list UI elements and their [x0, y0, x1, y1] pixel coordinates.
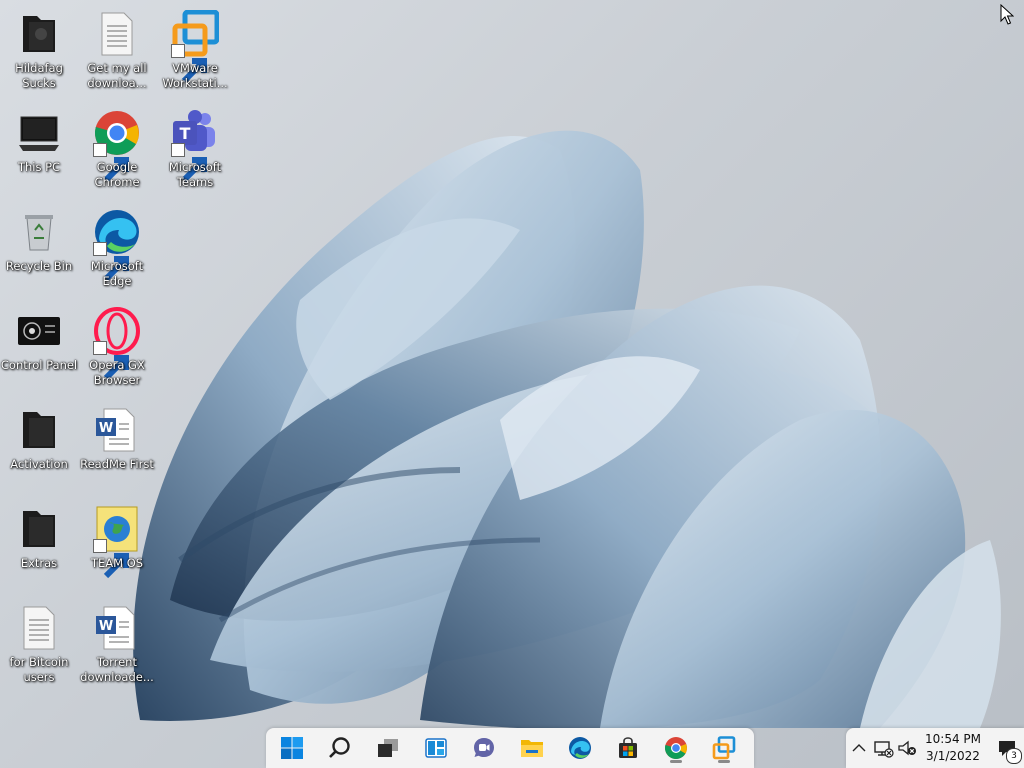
volume-button[interactable] — [896, 736, 918, 760]
desktop-icon-label: Recycle Bin — [5, 259, 73, 273]
desktop-icon-vmware-workstation[interactable]: VMware Workstati... — [156, 6, 234, 98]
svg-text:T: T — [180, 124, 191, 143]
store-button[interactable] — [610, 732, 646, 764]
opera-icon — [93, 307, 141, 381]
text-file-icon — [93, 10, 141, 58]
desktop-icon-microsoft-teams[interactable]: T Microsoft Teams — [156, 105, 234, 197]
desktop-icon-label: Opera GX Browser — [89, 358, 145, 387]
text-file-icon — [15, 604, 63, 652]
system-tray: 10:54 PM 3/1/2022 3 — [846, 728, 1024, 768]
widgets-icon — [425, 738, 447, 758]
shortcut-arrow-icon — [93, 341, 129, 381]
desktop-icon-label: This PC — [17, 160, 61, 174]
task-view-button[interactable] — [370, 732, 406, 764]
teams-icon: T — [171, 109, 219, 183]
desktop-icon-label: Hildafag Sucks — [15, 61, 63, 90]
desktop-icon-label: Microsoft Teams — [168, 160, 222, 189]
search-icon — [329, 737, 350, 758]
desktop-icon-google-chrome[interactable]: Google Chrome — [78, 105, 156, 197]
widgets-button[interactable] — [418, 732, 454, 764]
chevron-up-icon — [852, 744, 866, 752]
desktop-icon-label: Torrent downloade... — [80, 655, 154, 684]
shortcut-arrow-icon — [171, 44, 207, 84]
edge-icon — [93, 208, 141, 282]
clock-time: 10:54 PM — [925, 732, 981, 746]
globe-icon — [93, 505, 141, 579]
chrome-icon — [664, 737, 687, 759]
desktop-icon-label: Get my all downloa... — [87, 61, 147, 90]
file-explorer-icon — [521, 740, 543, 757]
desktop-icon-recycle-bin[interactable]: Recycle Bin — [0, 204, 78, 296]
chat-button[interactable] — [466, 732, 502, 764]
start-button[interactable] — [274, 732, 310, 764]
clock-date: 3/1/2022 — [926, 749, 980, 763]
desktop-icon-label: for Bitcoin users — [9, 655, 69, 684]
desktop-icon-label: VMware Workstati... — [162, 61, 228, 90]
desktop-icon-control-panel[interactable]: Control Panel — [0, 303, 78, 395]
desktop-icon-extras[interactable]: Extras — [0, 501, 78, 593]
taskbar — [266, 728, 754, 768]
desktop-icon-for-bitcoin-users[interactable]: for Bitcoin users — [0, 600, 78, 692]
volume-muted-icon — [898, 740, 916, 756]
desktop-icon-label: Extras — [20, 556, 58, 570]
show-hidden-icons-button[interactable] — [848, 736, 870, 760]
chrome-icon — [93, 109, 141, 183]
mouse-cursor-icon — [1000, 4, 1014, 25]
vmware-icon — [171, 10, 219, 84]
task-view-icon — [378, 739, 398, 757]
clock[interactable]: 10:54 PM 3/1/2022 — [918, 731, 988, 765]
desktop-icon-label: Google Chrome — [94, 160, 140, 189]
svg-text:W: W — [99, 619, 113, 634]
recycle-bin-icon — [15, 208, 63, 256]
desktop-icon-team-os[interactable]: TEAM OS — [78, 501, 156, 593]
folder-icon — [15, 406, 63, 454]
desktop-icon-readme-first[interactable]: W ReadMe First — [78, 402, 156, 494]
desktop-icon-label: Control Panel — [0, 358, 78, 372]
chrome-taskbar-button[interactable] — [658, 732, 694, 764]
running-indicator — [718, 760, 730, 763]
file-explorer-button[interactable] — [514, 732, 550, 764]
shortcut-arrow-icon — [93, 143, 129, 183]
edge-icon — [569, 737, 591, 759]
vmware-taskbar-button[interactable] — [706, 732, 742, 764]
svg-text:W: W — [99, 421, 113, 436]
edge-taskbar-button[interactable] — [562, 732, 598, 764]
folder-icon — [15, 10, 63, 58]
desktop-icon-opera-gx[interactable]: Opera GX Browser — [78, 303, 156, 395]
desktop-icon-activation[interactable]: Activation — [0, 402, 78, 494]
vmware-icon — [712, 736, 736, 760]
search-button[interactable] — [322, 732, 358, 764]
word-doc-icon: W — [93, 406, 141, 454]
desktop-icon-get-my-all-downloads[interactable]: Get my all downloa... — [78, 6, 156, 98]
computer-icon — [15, 109, 63, 157]
desktop-icon-label: ReadMe First — [80, 457, 154, 471]
network-button[interactable] — [872, 736, 894, 760]
chat-icon — [474, 738, 494, 757]
desktop-icon-hildafag-sucks[interactable]: Hildafag Sucks — [0, 6, 78, 98]
desktop-icon-this-pc[interactable]: This PC — [0, 105, 78, 197]
shortcut-arrow-icon — [93, 242, 129, 282]
network-icon — [874, 741, 894, 758]
shortcut-arrow-icon — [93, 539, 129, 579]
notification-center-button[interactable]: 3 — [996, 736, 1022, 764]
desktop-icon-torrent-downloader[interactable]: W Torrent downloade... — [78, 600, 156, 692]
running-indicator — [670, 760, 682, 763]
desktop-icon-label: Activation — [10, 457, 68, 471]
store-icon — [619, 737, 637, 758]
desktop-icon-label: TEAM OS — [90, 556, 144, 570]
shortcut-arrow-icon — [171, 143, 207, 183]
desktop-icon-label: Microsoft Edge — [90, 259, 144, 288]
desktop-icon-microsoft-edge[interactable]: Microsoft Edge — [78, 204, 156, 296]
notification-count-badge: 3 — [1006, 748, 1022, 764]
windows-start-icon — [281, 737, 303, 759]
folder-icon — [15, 505, 63, 553]
word-doc-icon: W — [93, 604, 141, 652]
control-panel-icon — [15, 307, 63, 355]
